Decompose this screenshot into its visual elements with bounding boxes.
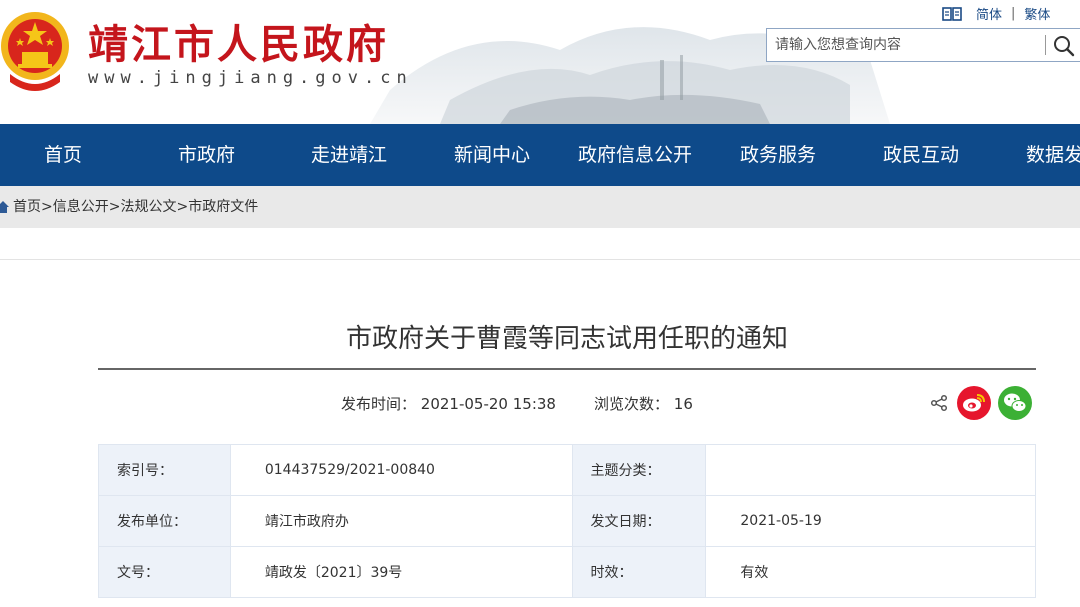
table-row: 发布单位： 靖江市政府办 发文日期： 2021-05-19 [98, 495, 1036, 547]
validity-value: 有效 [705, 546, 1036, 598]
nav-item-about-jingjiang[interactable]: 走进靖江 [311, 124, 387, 186]
view-count-label: 浏览次数： [594, 395, 670, 413]
document-number-label: 文号： [98, 546, 231, 598]
nav-item-public-interaction[interactable]: 政民互动 [883, 124, 959, 186]
index-number-value: 014437529/2021-00840 [229, 444, 573, 496]
search-divider [1045, 35, 1046, 55]
topic-category-value [705, 444, 1036, 496]
issue-date-value: 2021-05-19 [705, 495, 1036, 547]
index-number-label: 索引号： [98, 444, 231, 496]
main-nav: 首页 市政府 走进靖江 新闻中心 政府信息公开 政务服务 政民互动 数据发布 [0, 124, 1080, 186]
table-row: 文号： 靖政发〔2021〕39号 时效： 有效 [98, 546, 1036, 598]
nav-item-home[interactable]: 首页 [44, 124, 82, 186]
nav-item-data-release[interactable]: 数据发布 [1026, 124, 1080, 186]
weibo-share-button[interactable] [957, 386, 991, 420]
search-box [766, 28, 1080, 62]
site-title[interactable]: 靖江市人民政府 [88, 12, 389, 70]
home-icon [0, 201, 9, 213]
wechat-share-button[interactable] [998, 386, 1032, 420]
document-info-table: 索引号： 014437529/2021-00840 主题分类： 发布单位： 靖江… [98, 444, 1036, 598]
lang-traditional-link[interactable]: 繁体 [1024, 4, 1050, 23]
issuing-unit-value: 靖江市政府办 [229, 495, 573, 547]
topic-category-label: 主题分类： [571, 444, 707, 496]
share-icon[interactable] [930, 394, 948, 412]
view-count-value: 16 [673, 395, 693, 413]
nav-item-information-disclosure[interactable]: 政府信息公开 [578, 124, 692, 186]
table-row: 索引号： 014437529/2021-00840 主题分类： [98, 444, 1036, 496]
book-icon [942, 6, 962, 21]
nav-item-news-center[interactable]: 新闻中心 [454, 124, 530, 186]
site-url: www.jingjiang.gov.cn [88, 68, 413, 88]
weibo-icon [963, 394, 985, 412]
publish-time: 发布时间： 2021-05-20 15:38 [341, 393, 556, 414]
breadcrumb[interactable]: 首页>信息公开>法规公文>市政府文件 [13, 186, 258, 228]
nav-item-government-services[interactable]: 政务服务 [740, 124, 816, 186]
breadcrumb-bar: 首页>信息公开>法规公文>市政府文件 [0, 186, 1080, 228]
issue-date-label: 发文日期： [571, 495, 707, 547]
wechat-icon [1004, 393, 1027, 412]
language-switch: 简体 | 繁体 [942, 4, 1050, 23]
lang-simplified-link[interactable]: 简体 [976, 4, 1002, 23]
issuing-unit-label: 发布单位： [98, 495, 231, 547]
site-header: 靖江市人民政府 www.jingjiang.gov.cn 简体 | 繁体 [0, 0, 1080, 124]
content-divider [0, 259, 1080, 260]
publish-time-value: 2021-05-20 15:38 [420, 395, 556, 413]
document-number-value: 靖政发〔2021〕39号 [229, 546, 573, 598]
view-count: 浏览次数： 16 [594, 393, 693, 414]
title-rule [98, 368, 1036, 370]
national-emblem-logo [1, 12, 69, 91]
search-icon[interactable] [1051, 33, 1077, 59]
validity-label: 时效： [571, 546, 707, 598]
lang-separator: | [1011, 6, 1016, 21]
article-title: 市政府关于曹霞等同志试用任职的通知 [345, 324, 788, 354]
landscape-banner [330, 0, 890, 124]
search-input[interactable] [767, 29, 1053, 61]
publish-time-label: 发布时间： [341, 395, 417, 413]
nav-item-city-government[interactable]: 市政府 [178, 124, 235, 186]
